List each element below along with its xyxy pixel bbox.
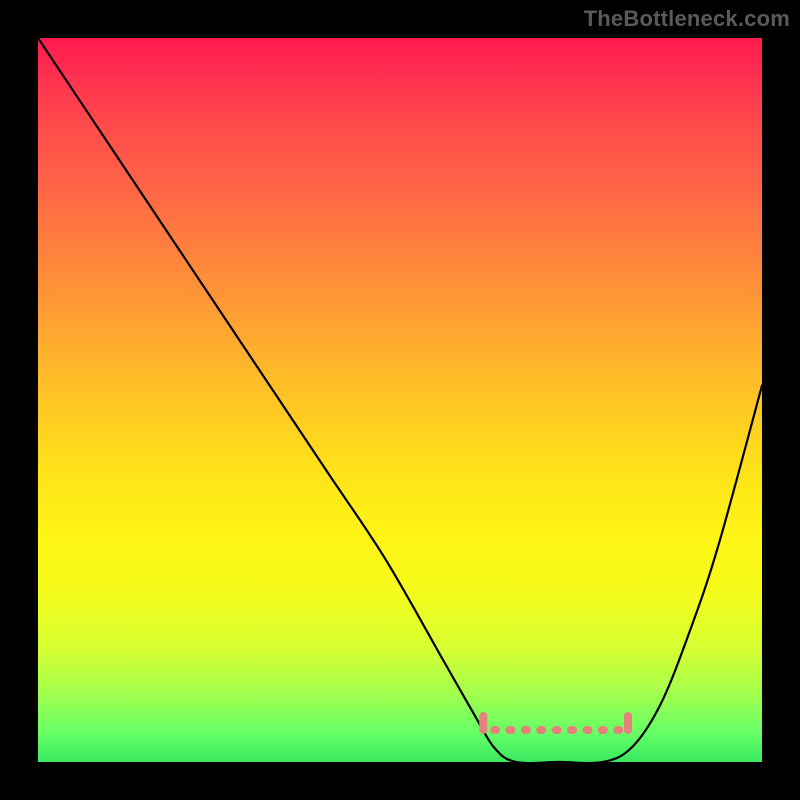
chart-container: TheBottleneck.com: [0, 0, 800, 800]
gradient-background: [38, 38, 762, 762]
watermark-text: TheBottleneck.com: [584, 6, 790, 32]
plot-area: [38, 38, 762, 762]
